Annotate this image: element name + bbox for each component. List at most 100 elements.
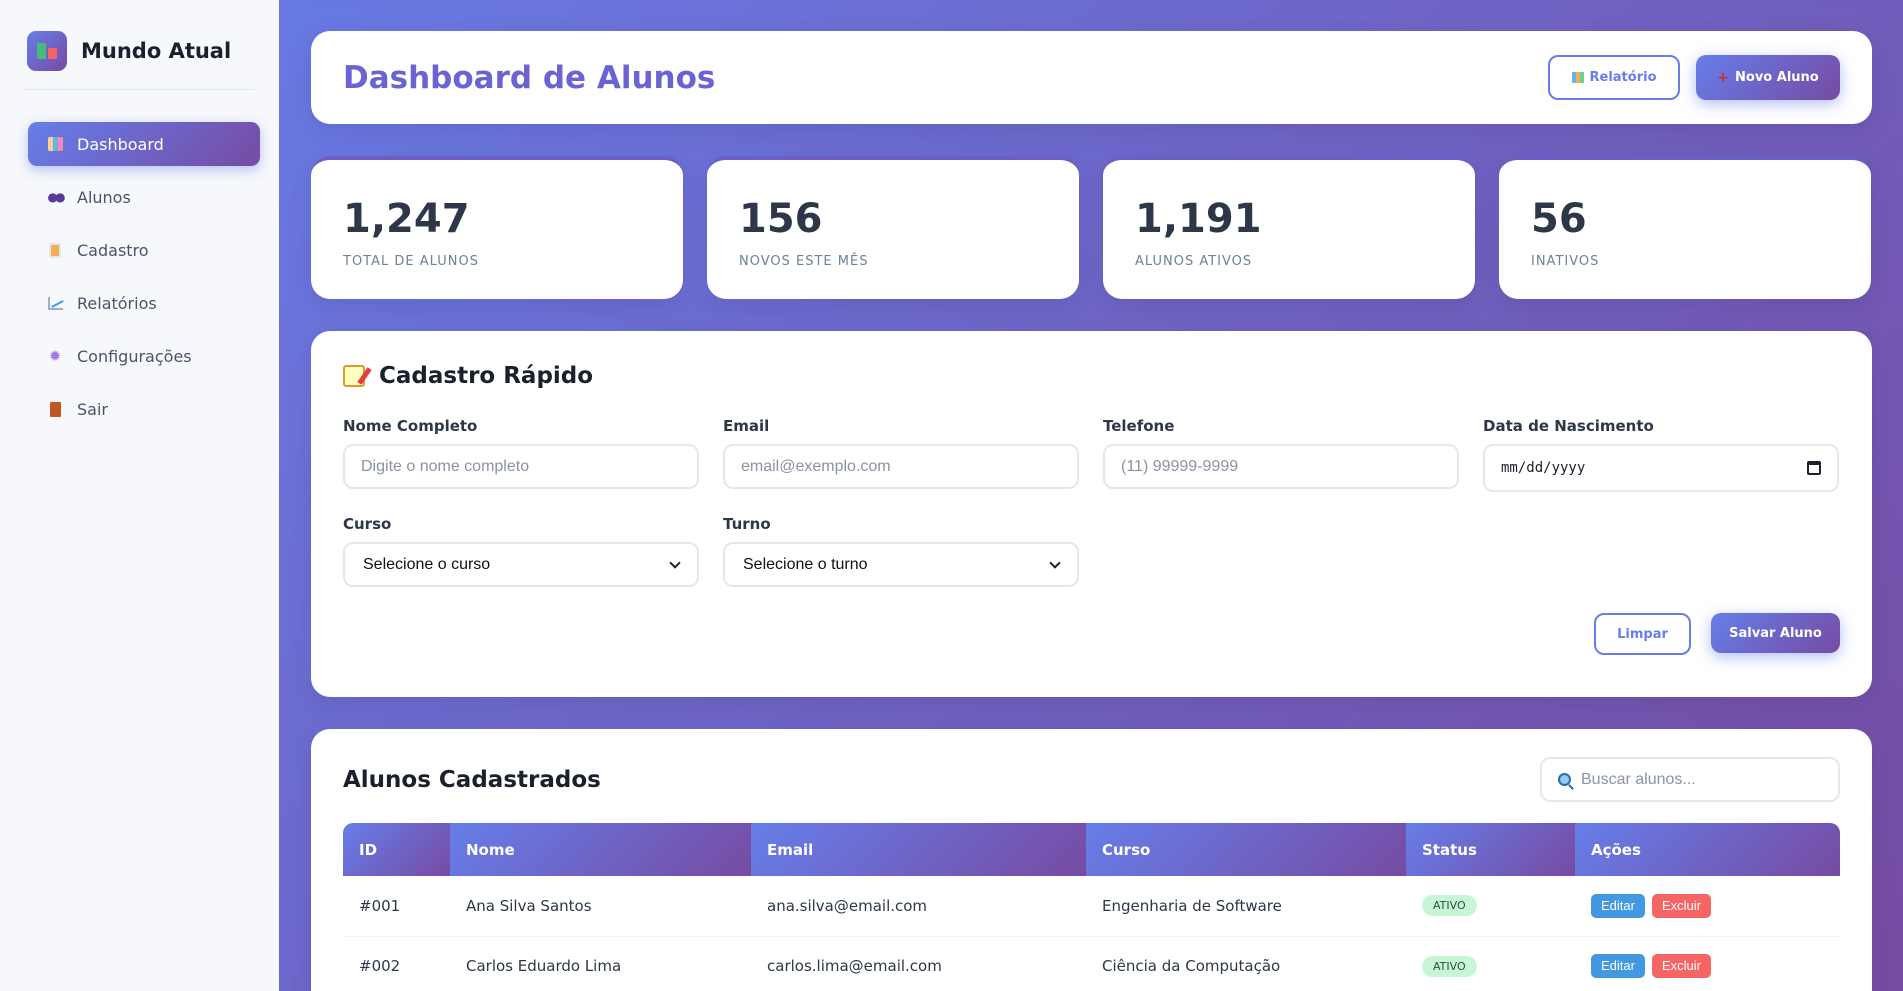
sidebar: Mundo Atual Dashboard ●● Alunos Cadastro… bbox=[0, 0, 279, 991]
column-header-status[interactable]: Status bbox=[1406, 823, 1575, 876]
course-select[interactable]: Selecione o curso bbox=[343, 542, 699, 587]
plus-icon: + bbox=[1717, 69, 1730, 86]
dashboard-icon bbox=[47, 137, 63, 151]
birthdate-label: Data de Nascimento bbox=[1483, 417, 1654, 435]
delete-button[interactable]: Excluir bbox=[1651, 893, 1711, 918]
stat-label: INATIVOS bbox=[1531, 254, 1600, 269]
brand-logo-icon bbox=[27, 31, 67, 71]
cell-id: #002 bbox=[343, 936, 450, 991]
column-header-course[interactable]: Curso bbox=[1086, 823, 1406, 876]
form-title-text: Cadastro Rápido bbox=[379, 363, 594, 389]
stat-card-active: 1,191 ALUNOS ATIVOS bbox=[1103, 156, 1475, 299]
sidebar-item-label: Cadastro bbox=[77, 240, 149, 260]
stat-label: TOTAL DE ALUNOS bbox=[343, 254, 479, 269]
sidebar-item-relatorios[interactable]: Relatórios bbox=[28, 281, 260, 325]
stat-value: 156 bbox=[739, 196, 823, 242]
main-content: Dashboard de Alunos Relatório + Novo Alu… bbox=[311, 31, 1872, 991]
cell-course: Engenharia de Software bbox=[1086, 876, 1406, 937]
birthdate-input[interactable]: mm/dd/yyyy bbox=[1483, 444, 1839, 492]
gear-icon: ✹ bbox=[48, 347, 62, 365]
stat-card-inactive: 56 INATIVOS bbox=[1499, 156, 1871, 299]
clear-button[interactable]: Limpar bbox=[1594, 613, 1691, 655]
form-title: Cadastro Rápido bbox=[343, 363, 1840, 389]
sidebar-item-label: Dashboard bbox=[77, 134, 164, 154]
sidebar-item-dashboard[interactable]: Dashboard bbox=[28, 122, 260, 166]
sidebar-item-sair[interactable]: Sair bbox=[28, 387, 260, 431]
table-row: #002 Carlos Eduardo Lima carlos.lima@ema… bbox=[343, 936, 1840, 991]
column-header-name[interactable]: Nome bbox=[450, 823, 751, 876]
email-input[interactable] bbox=[723, 444, 1079, 489]
stat-label: NOVOS ESTE MÊS bbox=[739, 254, 869, 269]
sidebar-item-cadastro[interactable]: Cadastro bbox=[28, 228, 260, 272]
sidebar-item-label: Sair bbox=[77, 399, 108, 419]
column-header-id[interactable]: ID bbox=[343, 823, 450, 876]
chevron-down-icon bbox=[1049, 556, 1061, 569]
cell-id: #001 bbox=[343, 876, 450, 937]
stat-value: 1,191 bbox=[1135, 196, 1262, 242]
shift-label: Turno bbox=[723, 515, 771, 533]
new-student-button[interactable]: + Novo Aluno bbox=[1696, 55, 1840, 100]
sidebar-item-label: Relatórios bbox=[77, 293, 157, 313]
shift-select[interactable]: Selecione o turno bbox=[723, 542, 1079, 587]
form-actions: Limpar Salvar Aluno bbox=[343, 613, 1840, 655]
sidebar-item-label: Configurações bbox=[77, 346, 192, 366]
birthdate-field: Data de Nascimento mm/dd/yyyy bbox=[1483, 417, 1839, 492]
edit-button[interactable]: Editar bbox=[1591, 954, 1645, 978]
column-header-email[interactable]: Email bbox=[751, 823, 1086, 876]
memo-icon bbox=[343, 365, 365, 387]
phone-label: Telefone bbox=[1103, 417, 1175, 435]
new-student-button-label: Novo Aluno bbox=[1735, 70, 1819, 85]
brand-name: Mundo Atual bbox=[81, 39, 232, 63]
chevron-down-icon bbox=[669, 556, 681, 569]
phone-field: Telefone bbox=[1103, 417, 1459, 492]
page-header: Dashboard de Alunos Relatório + Novo Alu… bbox=[311, 31, 1872, 124]
column-header-actions: Ações bbox=[1575, 823, 1840, 876]
email-field: Email bbox=[723, 417, 1079, 492]
status-badge: ATIVO bbox=[1422, 955, 1477, 977]
cell-email: ana.silva@email.com bbox=[751, 876, 1086, 937]
sidebar-item-label: Alunos bbox=[77, 187, 131, 207]
quick-register-form: Cadastro Rápido Nome Completo Email Tele… bbox=[311, 331, 1872, 697]
birthdate-value: mm/dd/yyyy bbox=[1501, 460, 1586, 476]
search-placeholder: Buscar alunos... bbox=[1581, 770, 1696, 788]
shift-field: Turno Selecione o turno bbox=[723, 515, 1079, 587]
brand: Mundo Atual bbox=[23, 31, 255, 90]
stat-card-total: 1,247 TOTAL DE ALUNOS bbox=[311, 156, 683, 299]
sidebar-item-configuracoes[interactable]: ✹ Configurações bbox=[28, 334, 260, 378]
shift-select-value: Selecione o turno bbox=[743, 555, 868, 573]
edit-button[interactable]: Editar bbox=[1591, 893, 1645, 918]
chart-icon bbox=[47, 296, 63, 310]
status-badge: ATIVO bbox=[1422, 895, 1477, 917]
students-table: ID Nome Email Curso Status Ações #001 An… bbox=[343, 823, 1840, 991]
chart-icon bbox=[1571, 72, 1584, 83]
stat-label: ALUNOS ATIVOS bbox=[1135, 254, 1253, 269]
table-header: ID Nome Email Curso Status Ações bbox=[343, 823, 1840, 876]
sidebar-item-alunos[interactable]: ●● Alunos bbox=[28, 175, 260, 219]
report-button[interactable]: Relatório bbox=[1548, 55, 1680, 100]
students-table-card: Alunos Cadastrados Buscar alunos... ID N… bbox=[311, 729, 1872, 991]
page-title: Dashboard de Alunos bbox=[343, 59, 716, 96]
calendar-icon[interactable] bbox=[1807, 461, 1821, 475]
report-button-label: Relatório bbox=[1589, 70, 1657, 85]
phone-input[interactable] bbox=[1103, 444, 1459, 489]
table-header-row: Alunos Cadastrados Buscar alunos... bbox=[343, 757, 1840, 802]
name-input[interactable] bbox=[343, 444, 699, 489]
email-label: Email bbox=[723, 417, 770, 435]
form-grid: Nome Completo Email Telefone Data de Nas… bbox=[343, 417, 1840, 587]
cell-status: ATIVO bbox=[1406, 936, 1575, 991]
name-field: Nome Completo bbox=[343, 417, 699, 492]
course-select-value: Selecione o curso bbox=[363, 555, 491, 573]
sidebar-nav: Dashboard ●● Alunos Cadastro Relatórios … bbox=[19, 122, 260, 431]
stat-value: 56 bbox=[1531, 196, 1587, 242]
stat-value: 1,247 bbox=[343, 196, 470, 242]
cell-name: Ana Silva Santos bbox=[450, 876, 751, 937]
search-input[interactable]: Buscar alunos... bbox=[1540, 757, 1840, 802]
search-icon bbox=[1558, 773, 1571, 786]
cell-actions: Editar Excluir bbox=[1575, 876, 1840, 937]
delete-button[interactable]: Excluir bbox=[1651, 954, 1711, 978]
cell-course: Ciência da Computação bbox=[1086, 936, 1406, 991]
table-title: Alunos Cadastrados bbox=[343, 766, 601, 793]
save-student-button[interactable]: Salvar Aluno bbox=[1711, 613, 1840, 653]
cell-name: Carlos Eduardo Lima bbox=[450, 936, 751, 991]
name-label: Nome Completo bbox=[343, 417, 478, 435]
